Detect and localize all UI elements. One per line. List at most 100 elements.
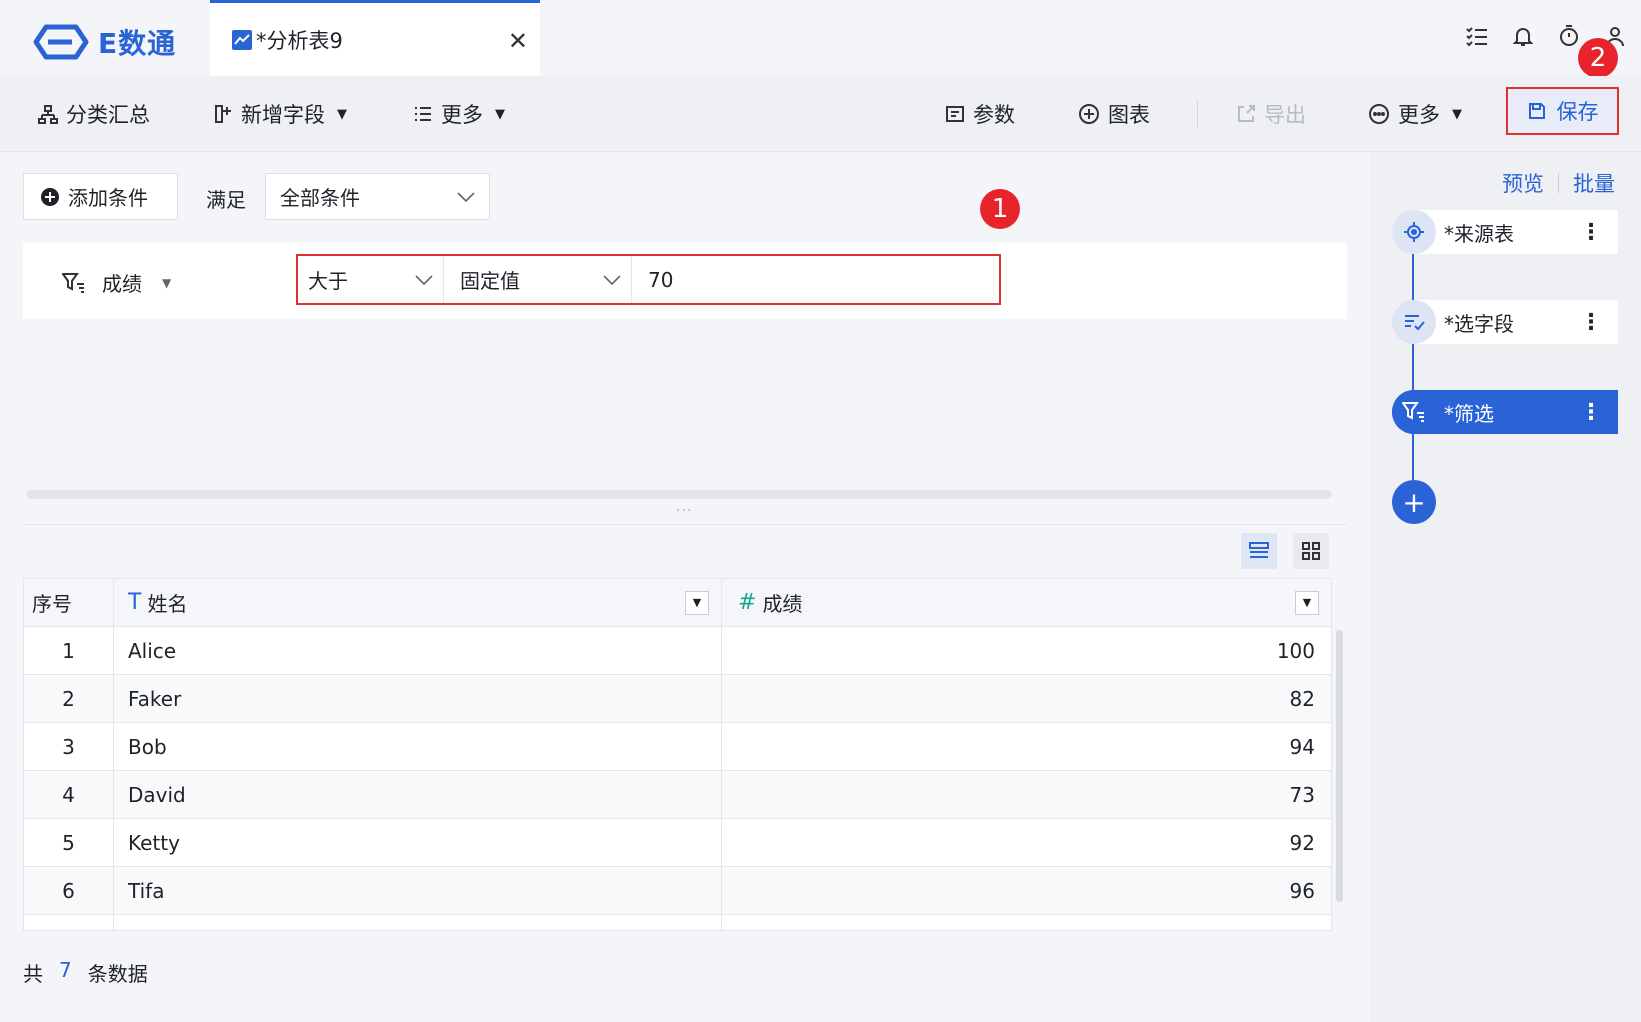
horizontal-scrollbar[interactable] bbox=[26, 490, 1332, 499]
bell-icon[interactable] bbox=[1511, 24, 1535, 48]
value-type-select[interactable]: 固定值 bbox=[450, 256, 632, 303]
condition-value: 70 bbox=[648, 267, 674, 292]
chart-line-icon bbox=[232, 29, 252, 50]
params-icon bbox=[945, 104, 965, 124]
row-count: 共 7 条数据 bbox=[23, 958, 148, 987]
condition-editor: 大于 固定值 70 bbox=[296, 254, 1001, 305]
add-field-label: 新增字段 bbox=[241, 103, 325, 127]
caret-down-icon: ▼ bbox=[337, 106, 347, 122]
toolbar-divider bbox=[1197, 100, 1198, 128]
table-row[interactable]: 3 Bob 94 bbox=[24, 723, 1331, 771]
timer-icon[interactable] bbox=[1557, 24, 1581, 48]
table-header-row: 序号 T 姓名 ▼ # 成绩 ▼ bbox=[24, 579, 1331, 627]
field-select-icon bbox=[1392, 300, 1436, 344]
step-label: *选字段 bbox=[1444, 311, 1514, 336]
hierarchy-icon bbox=[38, 104, 58, 124]
params-button[interactable]: 参数 bbox=[945, 96, 1015, 132]
more-vertical-icon[interactable]: ⋮ bbox=[1580, 310, 1602, 335]
cell-score: 94 bbox=[1289, 734, 1315, 759]
export-label: 导出 bbox=[1264, 103, 1306, 127]
row-count-value: 7 bbox=[59, 958, 72, 982]
source-icon bbox=[1392, 210, 1436, 254]
task-list-icon[interactable] bbox=[1465, 24, 1489, 48]
add-condition-button[interactable]: 添加条件 bbox=[23, 173, 178, 220]
export-button[interactable]: 导出 bbox=[1236, 96, 1306, 132]
chart-button[interactable]: 图表 bbox=[1078, 96, 1150, 132]
table-view-button[interactable] bbox=[1241, 533, 1277, 569]
cell-name: Faker bbox=[114, 675, 722, 722]
plus-circle-filled-icon bbox=[40, 187, 60, 207]
cell-name: Bob bbox=[114, 723, 722, 770]
cell-score: 73 bbox=[1289, 782, 1315, 807]
cell-name: David bbox=[114, 771, 722, 818]
condition-value-input[interactable]: 70 bbox=[638, 256, 999, 303]
filter-icon bbox=[62, 272, 86, 294]
satisfy-select[interactable]: 全部条件 bbox=[265, 173, 490, 220]
preview-link[interactable]: 预览 bbox=[1502, 168, 1544, 198]
step-filter[interactable]: *筛选 ⋮ bbox=[1392, 390, 1618, 434]
table-row[interactable]: 1 Alice 100 bbox=[24, 627, 1331, 675]
header-score-label: 成绩 bbox=[762, 592, 803, 616]
operator-select[interactable]: 大于 bbox=[298, 256, 444, 303]
group-summary-button[interactable]: 分类汇总 bbox=[38, 96, 150, 132]
more-vertical-icon[interactable]: ⋮ bbox=[1580, 220, 1602, 245]
cell-index: 7 bbox=[24, 915, 114, 930]
resize-handle-icon[interactable]: ··· bbox=[676, 503, 692, 519]
add-column-icon bbox=[213, 104, 233, 124]
grid-view-button[interactable] bbox=[1293, 533, 1329, 569]
chart-label: 图表 bbox=[1108, 103, 1150, 127]
cell-name: Alice bbox=[114, 627, 722, 674]
column-menu-button[interactable]: ▼ bbox=[1295, 590, 1319, 615]
header-score[interactable]: # 成绩 ▼ bbox=[722, 579, 1331, 626]
export-icon bbox=[1236, 104, 1256, 124]
operator-value: 大于 bbox=[308, 269, 348, 293]
save-icon bbox=[1527, 101, 1547, 121]
app-logo[interactable]: E数通 bbox=[32, 22, 176, 62]
cell-index: 3 bbox=[24, 723, 114, 770]
filter-icon bbox=[1392, 390, 1436, 434]
row-count-suffix: 条数据 bbox=[87, 962, 148, 986]
list-icon bbox=[413, 104, 433, 124]
header-name[interactable]: T 姓名 ▼ bbox=[114, 579, 722, 626]
table-row[interactable]: 5 Ketty 92 bbox=[24, 819, 1331, 867]
cell-index: 5 bbox=[24, 819, 114, 866]
cell-name: Cloud bbox=[114, 915, 722, 930]
link-separator bbox=[1558, 173, 1559, 193]
more-menu-left[interactable]: 更多 ▼ bbox=[413, 96, 505, 132]
steps-panel-links: 预览 批量 bbox=[1502, 168, 1615, 198]
chevron-down-icon bbox=[603, 274, 621, 285]
table-view-icon bbox=[1249, 541, 1269, 561]
chevron-down-icon bbox=[457, 191, 475, 202]
table-row[interactable]: 2 Faker 82 bbox=[24, 675, 1331, 723]
text-type-icon: T bbox=[128, 590, 142, 615]
condition-field-label: 成绩 bbox=[102, 272, 142, 296]
table-row[interactable]: 4 David 73 bbox=[24, 771, 1331, 819]
more-vertical-icon[interactable]: ⋮ bbox=[1580, 400, 1602, 425]
column-menu-button[interactable]: ▼ bbox=[685, 590, 709, 615]
step-label: *筛选 bbox=[1444, 401, 1494, 426]
cell-index: 6 bbox=[24, 867, 114, 914]
more-dots-icon bbox=[1368, 103, 1390, 125]
batch-link[interactable]: 批量 bbox=[1573, 168, 1615, 198]
row-count-prefix: 共 bbox=[23, 962, 43, 986]
step-label: *来源表 bbox=[1444, 221, 1514, 246]
vertical-scrollbar[interactable] bbox=[1336, 630, 1343, 902]
step-source-table[interactable]: *来源表 ⋮ bbox=[1392, 210, 1618, 254]
close-icon[interactable]: ✕ bbox=[508, 27, 528, 55]
cell-score: 92 bbox=[1289, 830, 1315, 855]
caret-down-icon: ▼ bbox=[1452, 106, 1462, 122]
table-row[interactable]: 6 Tifa 96 bbox=[24, 867, 1331, 915]
more-menu-right[interactable]: 更多 ▼ bbox=[1368, 96, 1462, 132]
caret-down-icon: ▼ bbox=[162, 275, 172, 290]
table-row[interactable]: 7 Cloud 87 bbox=[24, 915, 1331, 930]
save-button[interactable]: 保存 bbox=[1506, 87, 1619, 135]
condition-field[interactable]: 成绩 ▼ bbox=[62, 268, 171, 297]
add-step-button[interactable]: + bbox=[1392, 480, 1436, 524]
number-type-icon: # bbox=[738, 590, 757, 615]
step-field-select[interactable]: *选字段 ⋮ bbox=[1392, 300, 1618, 344]
add-field-button[interactable]: 新增字段 ▼ bbox=[213, 96, 347, 132]
steps-connector bbox=[1412, 250, 1414, 480]
cell-index: 1 bbox=[24, 627, 114, 674]
tab-analysis-table[interactable]: *分析表9 ✕ bbox=[210, 0, 540, 76]
steps-panel bbox=[1370, 152, 1641, 1022]
